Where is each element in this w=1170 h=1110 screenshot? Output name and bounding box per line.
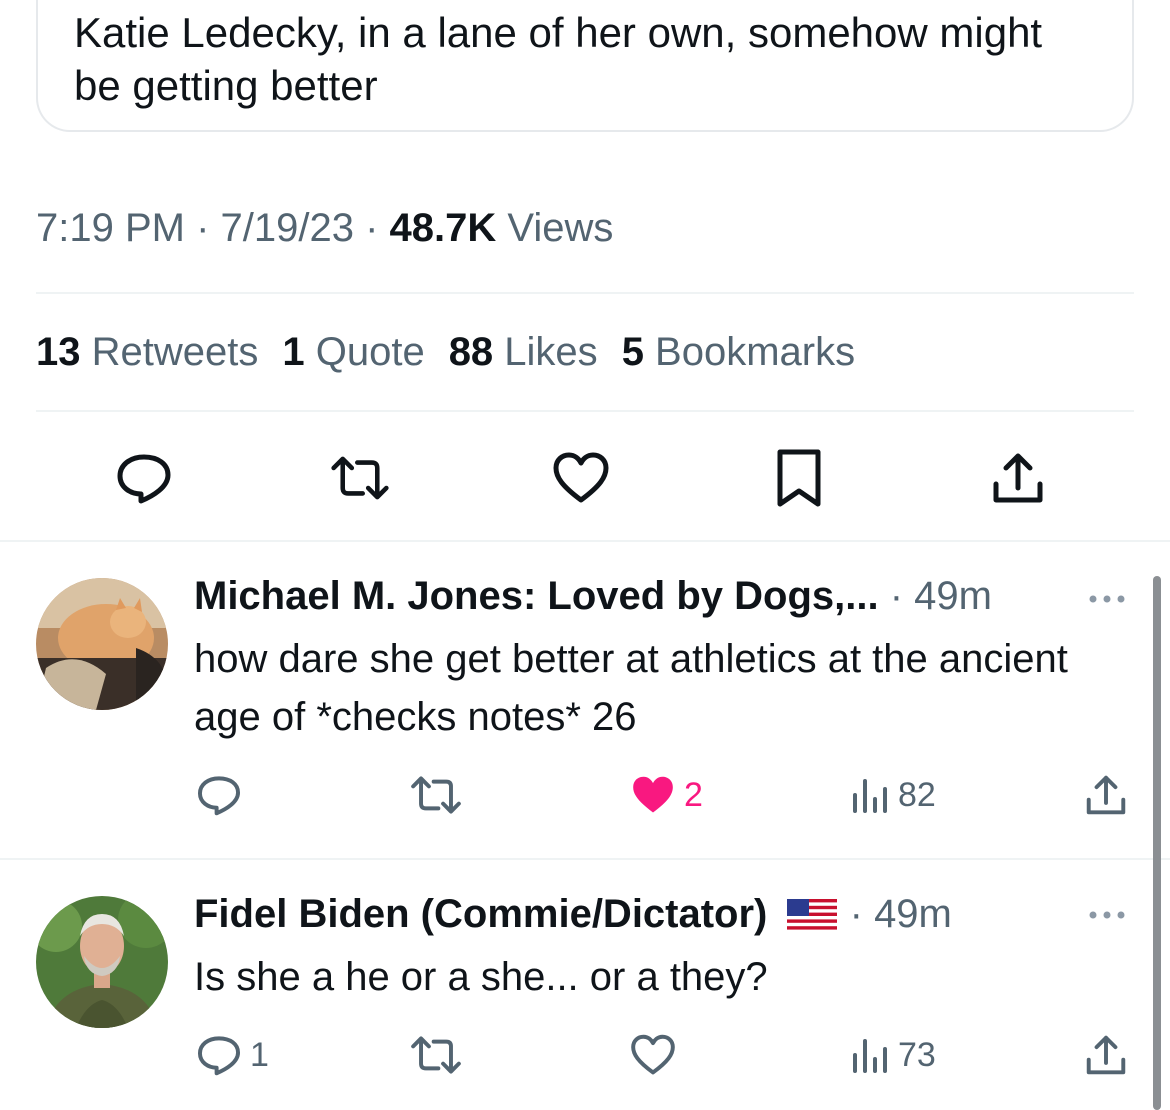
share-button[interactable] — [1084, 1030, 1128, 1080]
tweet-time[interactable]: 7:19 PM — [36, 206, 185, 250]
like-icon — [553, 452, 609, 503]
retweet-icon — [411, 776, 461, 814]
like-count: 2 — [684, 775, 703, 814]
more-options-button[interactable] — [1082, 900, 1132, 930]
likes-count: 88 — [448, 330, 494, 374]
like-icon — [631, 1034, 675, 1075]
bookmarks-stat[interactable]: 5 Bookmarks — [622, 330, 855, 374]
views-icon — [853, 1039, 887, 1073]
like-button[interactable] — [551, 448, 611, 508]
cat-avatar-icon — [36, 578, 168, 710]
reply-button[interactable] — [196, 770, 250, 820]
divider — [36, 410, 1134, 412]
reply-button[interactable] — [114, 448, 174, 508]
like-button[interactable] — [630, 1030, 684, 1080]
share-icon — [1086, 775, 1126, 815]
bookmark-icon — [777, 449, 821, 507]
meta-separator: · — [353, 206, 390, 250]
retweet-button[interactable] — [410, 770, 462, 820]
person-avatar-icon — [36, 896, 168, 1028]
share-button[interactable] — [988, 448, 1048, 508]
meta-separator: · — [184, 206, 221, 250]
reply-header: Fidel Biden (Commie/Dictator) · 49m — [194, 892, 952, 937]
likes-stat[interactable]: 88 Likes — [449, 330, 598, 374]
retweet-icon — [331, 456, 389, 500]
divider — [36, 292, 1134, 294]
likes-label: Likes — [493, 330, 598, 374]
views-icon — [853, 779, 887, 813]
link-card[interactable]: Katie Ledecky, in a lane of her own, som… — [36, 0, 1134, 132]
retweets-count: 13 — [36, 330, 81, 374]
divider — [0, 858, 1170, 860]
retweet-button[interactable] — [410, 1030, 462, 1080]
scrollbar[interactable] — [1153, 576, 1161, 1110]
quotes-label: Quote — [304, 330, 425, 374]
share-icon — [1086, 1035, 1126, 1075]
reply-time[interactable]: · 49m — [839, 892, 952, 936]
share-button[interactable] — [1084, 770, 1128, 820]
engagement-stats: 13 Retweets 1 Quote 88 Likes 5 Bookmarks — [36, 330, 879, 375]
bookmarks-label: Bookmarks — [643, 330, 856, 374]
views-button[interactable]: 73 — [850, 1030, 936, 1080]
tweet-action-bar — [0, 448, 1170, 508]
retweet-icon — [411, 1036, 461, 1074]
link-card-title: Katie Ledecky, in a lane of her own, som… — [74, 9, 1043, 109]
reply-author-name[interactable]: Fidel Biden (Commie/Dictator) — [194, 892, 767, 936]
reply-icon — [197, 776, 241, 816]
like-button[interactable]: 2 — [630, 770, 703, 820]
avatar[interactable] — [36, 578, 168, 710]
retweet-button[interactable] — [330, 448, 390, 508]
views-count: 73 — [898, 1035, 936, 1074]
reply-text: how dare she get better at athletics at … — [194, 637, 1068, 739]
reply-icon — [117, 454, 171, 504]
tweet-date[interactable]: 7/19/23 — [221, 206, 354, 250]
views-count: 48.7K — [389, 206, 497, 250]
reply-text: Is she a he or a she... or a they? — [194, 955, 768, 999]
reply-count: 1 — [250, 1035, 269, 1074]
reply-action-bar: 2 82 — [0, 770, 1170, 820]
reply-header: Michael M. Jones: Loved by Dogs,... · 49… — [194, 574, 992, 619]
retweets-label: Retweets — [80, 330, 259, 374]
avatar[interactable] — [36, 896, 168, 1028]
bookmarks-count: 5 — [621, 330, 644, 374]
share-icon — [993, 453, 1043, 503]
divider — [0, 540, 1170, 542]
more-options-button[interactable] — [1082, 584, 1132, 614]
reply-button[interactable]: 1 — [196, 1030, 269, 1080]
views-count: 82 — [898, 775, 936, 814]
us-flag-icon — [786, 899, 837, 934]
quotes-stat[interactable]: 1 Quote — [282, 330, 424, 374]
quotes-count: 1 — [282, 330, 305, 374]
reply-action-bar: 1 73 — [0, 1030, 1170, 1080]
retweets-stat[interactable]: 13 Retweets — [36, 330, 258, 374]
views-button[interactable]: 82 — [850, 770, 936, 820]
reply-author-name[interactable]: Michael M. Jones: Loved by Dogs,... — [194, 574, 879, 618]
bookmark-button[interactable] — [769, 448, 829, 508]
more-icon — [1089, 595, 1125, 603]
tweet-meta: 7:19 PM · 7/19/23 · 48.7K Views — [36, 206, 613, 251]
more-icon — [1089, 911, 1125, 919]
reply-icon — [197, 1036, 241, 1076]
reply-time[interactable]: · 49m — [879, 574, 992, 618]
views-label: Views — [496, 206, 614, 250]
liked-heart-icon — [633, 776, 673, 813]
